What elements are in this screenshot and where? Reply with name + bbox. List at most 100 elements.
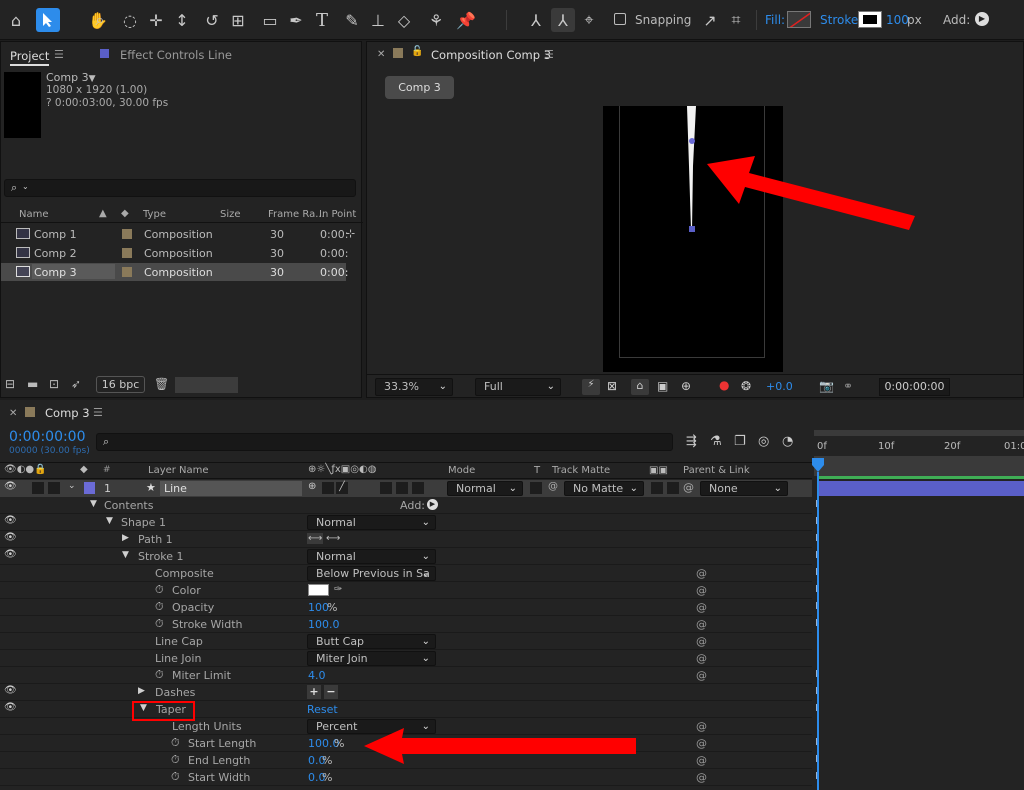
label-tag-icon[interactable]: ◆ xyxy=(121,208,129,219)
trash-icon[interactable]: 🗑 xyxy=(154,377,169,391)
property-row-contents[interactable]: ▼ Contents Add: ▶ xyxy=(0,497,812,514)
matte-switch[interactable] xyxy=(667,482,679,494)
show-snapshot-icon[interactable]: ⚭ xyxy=(843,379,853,393)
pen-tool-icon[interactable]: ✒ xyxy=(284,8,308,32)
snapshot-camera-icon[interactable]: 📷 xyxy=(819,379,834,393)
visibility-eye-icon[interactable]: 👁 xyxy=(4,532,17,543)
line-join-select[interactable]: Miter Join ⌄ xyxy=(307,651,436,666)
keyframe-marker[interactable]: I xyxy=(815,567,818,578)
column-parent-link[interactable]: Parent & Link xyxy=(683,465,750,476)
exposure-value[interactable]: +0.0 xyxy=(766,380,793,393)
tab-composition[interactable]: Composition Comp 3 xyxy=(431,48,551,62)
column-track-matte[interactable]: Track Matte xyxy=(552,465,610,476)
resolution-select[interactable]: Full ⌄ xyxy=(475,378,561,396)
home-icon[interactable]: ⌂ xyxy=(4,8,28,32)
stroke-width-value[interactable]: 100 xyxy=(886,13,909,27)
chevron-down-icon[interactable]: ▼ xyxy=(89,74,96,84)
column-in-point[interactable]: In Point xyxy=(319,209,356,220)
collapse-transform-icon[interactable]: ⊕ xyxy=(308,481,316,492)
frame-blending-icon[interactable]: ◎ xyxy=(758,434,769,449)
column-mode[interactable]: Mode xyxy=(448,465,475,476)
column-layer-name[interactable]: Layer Name xyxy=(148,465,209,476)
list-item[interactable]: Comp 2 Composition 30 0:00: xyxy=(1,244,363,263)
mask-visibility-icon[interactable]: ⌂ xyxy=(631,379,649,395)
remove-dash-button[interactable]: − xyxy=(324,685,338,699)
puppet-pin-tool-icon[interactable]: 📌 xyxy=(454,8,478,32)
fill-swatch[interactable] xyxy=(787,11,811,28)
keyframe-marker[interactable]: I xyxy=(815,516,818,527)
column-size[interactable]: Size xyxy=(220,209,241,220)
label-tag-icon[interactable]: ◆ xyxy=(80,464,88,475)
keyframe-marker[interactable]: I xyxy=(815,737,818,748)
lock-switch[interactable] xyxy=(48,482,60,494)
keyframe-marker[interactable]: I xyxy=(815,533,818,544)
stopwatch-icon[interactable]: ⏱ xyxy=(155,583,164,597)
expression-pickwhip-icon[interactable]: @ xyxy=(696,669,707,682)
taper-reset-link[interactable]: Reset xyxy=(307,703,338,716)
bit-depth-button[interactable]: 16 bpc xyxy=(96,376,145,393)
rotation-tool-icon[interactable]: ↺ xyxy=(200,8,224,32)
current-time-field[interactable]: 0:00:00:00 xyxy=(879,378,950,396)
switch-box[interactable] xyxy=(380,482,392,494)
draft-3d-icon[interactable]: ⚗ xyxy=(710,434,722,449)
add-menu-icon[interactable]: ▶ xyxy=(975,12,989,26)
dolly-camera-icon[interactable]: ↕ xyxy=(170,8,194,32)
chevron-down-icon[interactable]: ▼ xyxy=(106,516,113,526)
snap-features-icon[interactable]: ⌗ xyxy=(724,8,748,32)
path-direction-reverse-icon[interactable]: ⟷ xyxy=(326,533,340,544)
interpret-footage-icon[interactable]: ⊟ xyxy=(5,377,15,391)
eyedropper-icon[interactable]: ✑ xyxy=(334,584,356,596)
list-item[interactable]: Comp 1 Composition 30 0:00: ⊹ xyxy=(1,225,363,244)
expression-pickwhip-icon[interactable]: @ xyxy=(696,618,707,631)
keyframe-marker[interactable]: I xyxy=(815,618,818,629)
brush-tool-icon[interactable]: ✎ xyxy=(340,8,364,32)
region-of-interest-icon[interactable]: ▣ xyxy=(657,379,668,393)
keyframe-marker[interactable]: I xyxy=(815,499,818,510)
timeline-search-input[interactable]: ⌕ xyxy=(96,433,673,451)
chevron-right-icon[interactable]: ▶ xyxy=(138,686,145,696)
zoom-tool-icon[interactable]: ⌕ xyxy=(88,8,112,32)
stroke1-blend-select[interactable]: Normal ⌄ xyxy=(307,549,436,564)
list-item-selected[interactable]: Comp 3 Composition 30 0:00: xyxy=(1,263,348,281)
visibility-eye-icon[interactable]: 👁 xyxy=(4,481,17,492)
expression-pickwhip-icon[interactable]: @ xyxy=(696,635,707,648)
column-type[interactable]: Type xyxy=(143,209,166,220)
column-name[interactable]: Name xyxy=(19,209,49,220)
property-row-line-cap[interactable]: Line Cap Butt Cap ⌄ @ xyxy=(0,633,812,650)
property-row-stroke1[interactable]: 👁 ▼ Stroke 1 Normal ⌄ xyxy=(0,548,812,565)
miter-limit-value[interactable]: 4.0 xyxy=(308,669,326,682)
label-swatch[interactable] xyxy=(122,229,132,239)
lock-icon[interactable]: 🔓 xyxy=(411,46,423,57)
expression-pickwhip-icon[interactable]: @ xyxy=(696,601,707,614)
property-row-dashes[interactable]: 👁 ▶ Dashes + − xyxy=(0,684,812,701)
stopwatch-icon[interactable]: ⏱ xyxy=(155,668,164,682)
rectangle-tool-icon[interactable]: ▭ xyxy=(258,8,282,32)
world-axis-mode-icon[interactable]: ⅄ xyxy=(551,8,575,32)
property-row-stroke-width[interactable]: ⏱ Stroke Width 100.0 @ xyxy=(0,616,812,633)
keyframe-marker[interactable]: I xyxy=(815,584,818,595)
property-row-opacity[interactable]: ⏱ Opacity 100 % @ xyxy=(0,599,812,616)
property-row-composite[interactable]: Composite Below Previous in Sa ⌄ @ xyxy=(0,565,812,582)
pan-camera-icon[interactable]: ✛ xyxy=(144,8,168,32)
composition-viewer[interactable] xyxy=(603,106,783,372)
clone-stamp-tool-icon[interactable]: ⊥ xyxy=(366,8,390,32)
new-composition-icon[interactable]: ⊡ xyxy=(49,377,59,391)
expression-pickwhip-icon[interactable]: @ xyxy=(696,754,707,767)
motion-blur-icon[interactable]: ◔ xyxy=(782,434,793,449)
quality-switch[interactable] xyxy=(322,482,334,494)
switch-box[interactable] xyxy=(396,482,408,494)
property-row-taper[interactable]: 👁 ▼ Taper Reset xyxy=(0,701,812,721)
close-icon[interactable]: ✕ xyxy=(9,408,17,419)
visibility-eye-icon[interactable]: 👁 xyxy=(4,702,17,713)
composite-select[interactable]: Below Previous in Sa ⌄ xyxy=(307,566,436,581)
comp-flowchart-icon[interactable]: ⇶ xyxy=(686,434,697,449)
solo-switch[interactable] xyxy=(32,482,44,494)
label-swatch[interactable] xyxy=(122,267,132,277)
track-matte-select[interactable]: No Matte ⌄ xyxy=(564,481,644,496)
composition-menu-icon[interactable]: ☰ xyxy=(544,48,554,61)
expression-pickwhip-icon[interactable]: @ xyxy=(696,737,707,750)
shy-layers-icon[interactable]: ❐ xyxy=(734,434,746,449)
stopwatch-icon[interactable]: ⏱ xyxy=(155,600,164,614)
layer-duration-bar[interactable] xyxy=(819,481,1024,496)
property-row-shape1[interactable]: 👁 ▼ Shape 1 Normal ⌄ xyxy=(0,514,812,531)
